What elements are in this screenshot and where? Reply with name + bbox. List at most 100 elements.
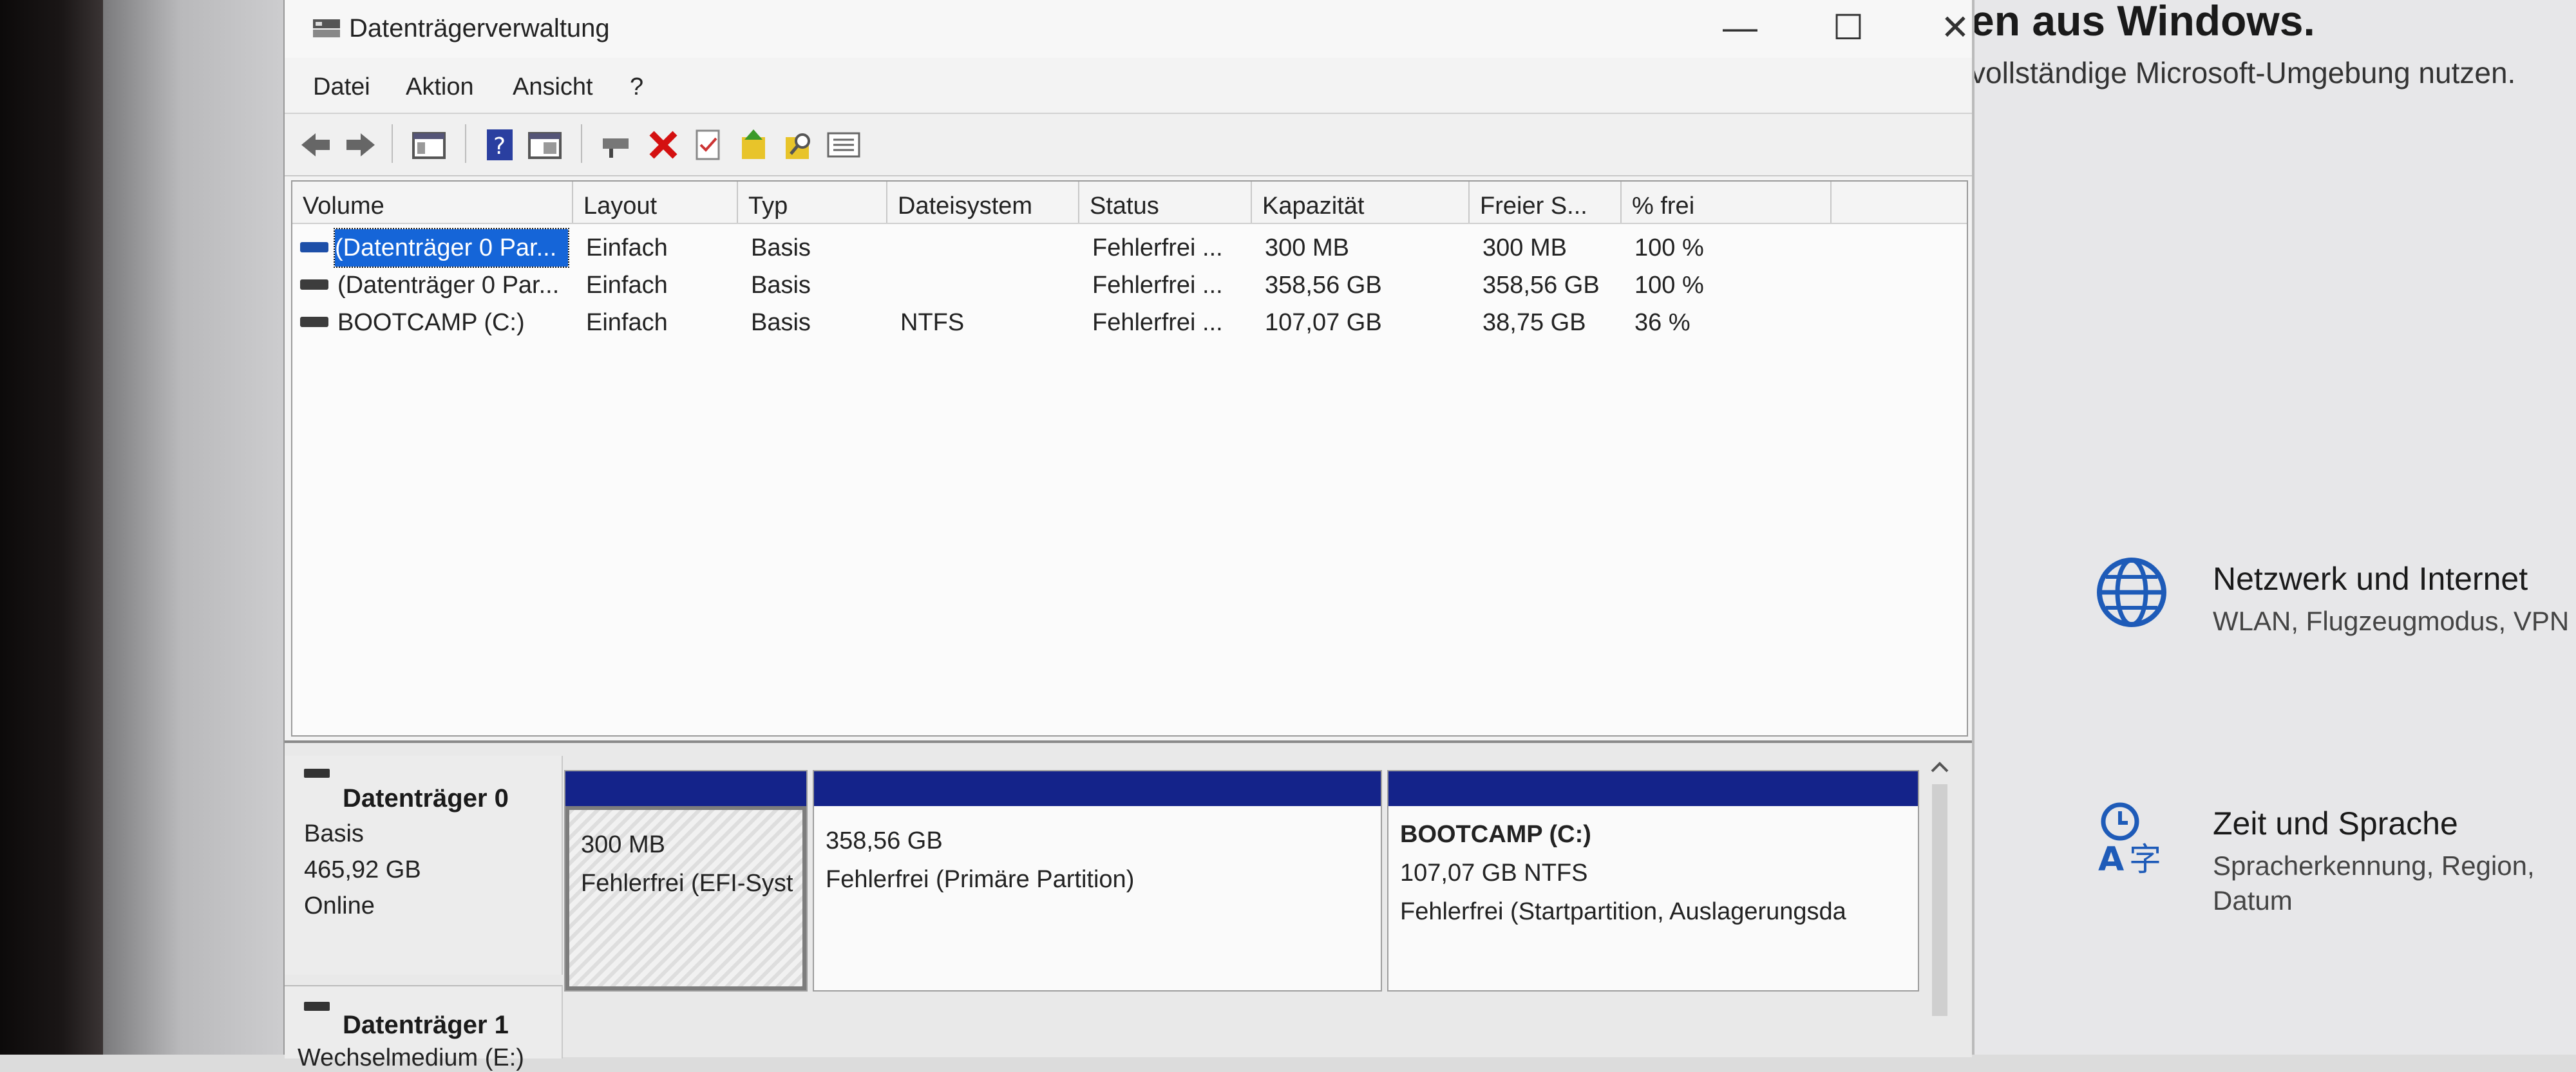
- settings-heading: en aus Windows.: [1971, 0, 2315, 44]
- cell-freier-speicher: 358,56 GB: [1482, 272, 1600, 299]
- check-icon[interactable]: [690, 127, 726, 163]
- toolbar: ?: [285, 113, 1972, 176]
- partition-size: 107,07 GB NTFS: [1400, 860, 1588, 887]
- cell-freier-speicher: 38,75 GB: [1482, 309, 1586, 336]
- disk-management-window: Datenträgerverwaltung — ☐ ✕ Datei Aktion…: [283, 0, 1975, 1071]
- settings-item-desc: Spracherkennung, Region, Datum: [2213, 851, 2535, 916]
- forward-icon[interactable]: [343, 127, 379, 163]
- column-header-kapazitaet[interactable]: Kapazität: [1252, 182, 1470, 223]
- column-header-volume[interactable]: Volume: [292, 182, 573, 223]
- list-icon[interactable]: [826, 127, 862, 163]
- cell-typ: Basis: [751, 234, 811, 261]
- column-header-typ[interactable]: Typ: [738, 182, 887, 223]
- column-header-layout[interactable]: Layout: [573, 182, 738, 223]
- cell-volume: (Datenträger 0 Par...: [337, 272, 560, 299]
- search-icon[interactable]: [781, 127, 817, 163]
- partition-status: Fehlerfrei (EFI-Syst: [581, 870, 793, 897]
- cell-volume: BOOTCAMP (C:): [337, 309, 525, 336]
- cell-kapazitaet: 358,56 GB: [1265, 272, 1382, 299]
- menu-help[interactable]: ?: [630, 73, 643, 101]
- cell-typ: Basis: [751, 309, 811, 336]
- connect-icon[interactable]: [598, 127, 634, 163]
- partition-body: 300 MB Fehlerfrei (EFI-Syst: [565, 806, 806, 990]
- partition-body: 358,56 GB Fehlerfrei (Primäre Partition): [814, 806, 1381, 990]
- volume-icon: [300, 242, 328, 252]
- partition-efi[interactable]: 300 MB Fehlerfrei (EFI-Syst: [564, 770, 808, 992]
- partition-bar: [565, 771, 806, 806]
- volume-icon: [300, 279, 328, 290]
- svg-text:字: 字: [2129, 841, 2161, 876]
- cell-dateisystem: NTFS: [900, 309, 965, 336]
- column-header-prozent-frei[interactable]: % frei: [1622, 182, 1832, 223]
- table-row[interactable]: (Datenträger 0 Par... Einfach Basis Fehl…: [292, 228, 1967, 268]
- partition-primary[interactable]: 358,56 GB Fehlerfrei (Primäre Partition): [813, 770, 1382, 992]
- disk-type: Basis: [304, 820, 364, 847]
- settings-item-desc: WLAN, Flugzeugmodus, VPN: [2213, 606, 2570, 636]
- svg-text:A: A: [2098, 840, 2124, 876]
- column-header-status[interactable]: Status: [1079, 182, 1252, 223]
- disk-state: Online: [304, 892, 375, 919]
- back-icon[interactable]: [298, 127, 334, 163]
- delete-icon[interactable]: [645, 127, 681, 163]
- menu-datei[interactable]: Datei: [313, 73, 370, 101]
- disk-icon: [304, 769, 330, 778]
- disk-0-label[interactable]: Datenträger 0 Basis 465,92 GB Online: [285, 756, 563, 975]
- partition-bar: [1388, 771, 1918, 806]
- column-header-freier-speicher[interactable]: Freier S...: [1470, 182, 1622, 223]
- maximize-button[interactable]: ☐: [1810, 5, 1887, 50]
- cell-prozent-frei: 100 %: [1634, 272, 1704, 299]
- partition-status: Fehlerfrei (Startpartition, Auslagerungs…: [1400, 898, 1846, 925]
- import-icon[interactable]: [735, 127, 772, 163]
- cell-kapazitaet: 300 MB: [1265, 234, 1349, 261]
- partition-bootcamp[interactable]: BOOTCAMP (C:) 107,07 GB NTFS Fehlerfrei …: [1387, 770, 1919, 992]
- cell-layout: Einfach: [586, 309, 668, 336]
- minimize-button[interactable]: —: [1701, 5, 1779, 50]
- disk-icon: [304, 1002, 330, 1011]
- cell-prozent-frei: 100 %: [1634, 234, 1704, 261]
- title-bar: Datenträgerverwaltung — ☐ ✕: [285, 0, 1972, 58]
- cell-status: Fehlerfrei ...: [1092, 309, 1223, 336]
- menu-ansicht[interactable]: Ansicht: [513, 73, 593, 101]
- cell-layout: Einfach: [586, 234, 668, 261]
- column-header-dateisystem[interactable]: Dateisystem: [887, 182, 1079, 223]
- menu-aktion[interactable]: Aktion: [406, 73, 474, 101]
- disk-type: Wechselmedium (E:): [298, 1044, 524, 1071]
- time-language-icon: A 字: [2098, 802, 2161, 876]
- disk-map: Datenträger 0 Basis 465,92 GB Online 300…: [285, 740, 1972, 1071]
- photo-border: [0, 0, 103, 1055]
- disk-name: Datenträger 0: [343, 784, 509, 813]
- partition-name: BOOTCAMP (C:): [1400, 821, 1591, 848]
- table-row[interactable]: (Datenträger 0 Par... Einfach Basis Fehl…: [292, 267, 1967, 304]
- properties-icon[interactable]: [527, 127, 563, 163]
- help-icon[interactable]: ?: [482, 127, 518, 163]
- disk-size: 465,92 GB: [304, 856, 421, 883]
- cell-status: Fehlerfrei ...: [1092, 234, 1223, 261]
- window-title: Datenträgerverwaltung: [349, 14, 610, 42]
- scrollbar[interactable]: [1927, 756, 1953, 1026]
- settings-item-title: Netzwerk und Internet: [2213, 561, 2528, 597]
- partition-body: BOOTCAMP (C:) 107,07 GB NTFS Fehlerfrei …: [1388, 806, 1918, 990]
- settings-subheading: vollständige Microsoft-Umgebung nutzen.: [1971, 56, 2516, 89]
- disk-management-icon: [313, 19, 340, 37]
- list-header: Volume Layout Typ Dateisystem Status Kap…: [292, 182, 1967, 224]
- partition-bar: [814, 771, 1381, 806]
- menu-bar: Datei Aktion Ansicht ?: [285, 64, 1972, 109]
- partition-status: Fehlerfrei (Primäre Partition): [826, 866, 1135, 893]
- settings-item-title: Zeit und Sprache: [2213, 805, 2458, 842]
- close-button[interactable]: ✕: [1917, 5, 1994, 50]
- partition-size: 358,56 GB: [826, 827, 943, 854]
- disk-1-label[interactable]: Datenträger 1 Wechselmedium (E:): [285, 985, 563, 1071]
- cell-status: Fehlerfrei ...: [1092, 272, 1223, 299]
- disk-name: Datenträger 1: [343, 1011, 509, 1039]
- cell-volume: (Datenträger 0 Par...: [334, 228, 569, 268]
- console-tree-icon[interactable]: [411, 127, 447, 163]
- globe-icon: [2097, 558, 2166, 627]
- table-row[interactable]: BOOTCAMP (C:) Einfach Basis NTFS Fehlerf…: [292, 304, 1967, 341]
- background-window: [103, 0, 296, 1055]
- cell-freier-speicher: 300 MB: [1482, 234, 1567, 261]
- svg-text:?: ?: [493, 133, 506, 160]
- cell-kapazitaet: 107,07 GB: [1265, 309, 1382, 336]
- partition-size: 300 MB: [581, 831, 665, 858]
- cell-prozent-frei: 36 %: [1634, 309, 1690, 336]
- volume-list: Volume Layout Typ Dateisystem Status Kap…: [291, 180, 1968, 737]
